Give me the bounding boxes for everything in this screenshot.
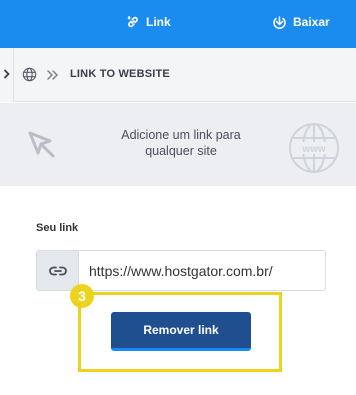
breadcrumb: LINK TO WEBSITE xyxy=(0,48,356,102)
link-button[interactable]: Link xyxy=(126,0,171,44)
page-title: LINK TO WEBSITE xyxy=(70,68,170,80)
download-button-label: Baixar xyxy=(293,15,330,29)
info-banner: Adicione um link para qualquer site www xyxy=(0,103,356,186)
sidebar-toggle[interactable] xyxy=(0,48,14,102)
banner-line-1: Adicione um link para xyxy=(121,128,241,142)
svg-text:www: www xyxy=(301,144,326,155)
remove-link-button[interactable]: Remover link xyxy=(111,312,251,351)
chain-link-icon xyxy=(37,251,79,290)
step-badge: 3 xyxy=(70,284,94,308)
globe-icon xyxy=(22,67,37,87)
double-chevron-icon xyxy=(46,68,60,86)
url-input[interactable] xyxy=(79,251,325,290)
link-button-label: Link xyxy=(146,15,171,29)
www-globe-icon: www xyxy=(286,120,342,181)
chevron-right-icon xyxy=(3,66,11,84)
link-icon xyxy=(126,15,140,29)
download-icon xyxy=(272,15,287,30)
link-field-label: Seu link xyxy=(36,222,79,234)
download-button[interactable]: Baixar xyxy=(272,0,330,44)
banner-line-2: qualquer site xyxy=(145,144,217,158)
cursor-icon xyxy=(26,129,58,166)
top-toolbar: Link Baixar xyxy=(0,0,356,48)
banner-text: Adicione um link para qualquer site xyxy=(100,127,262,159)
